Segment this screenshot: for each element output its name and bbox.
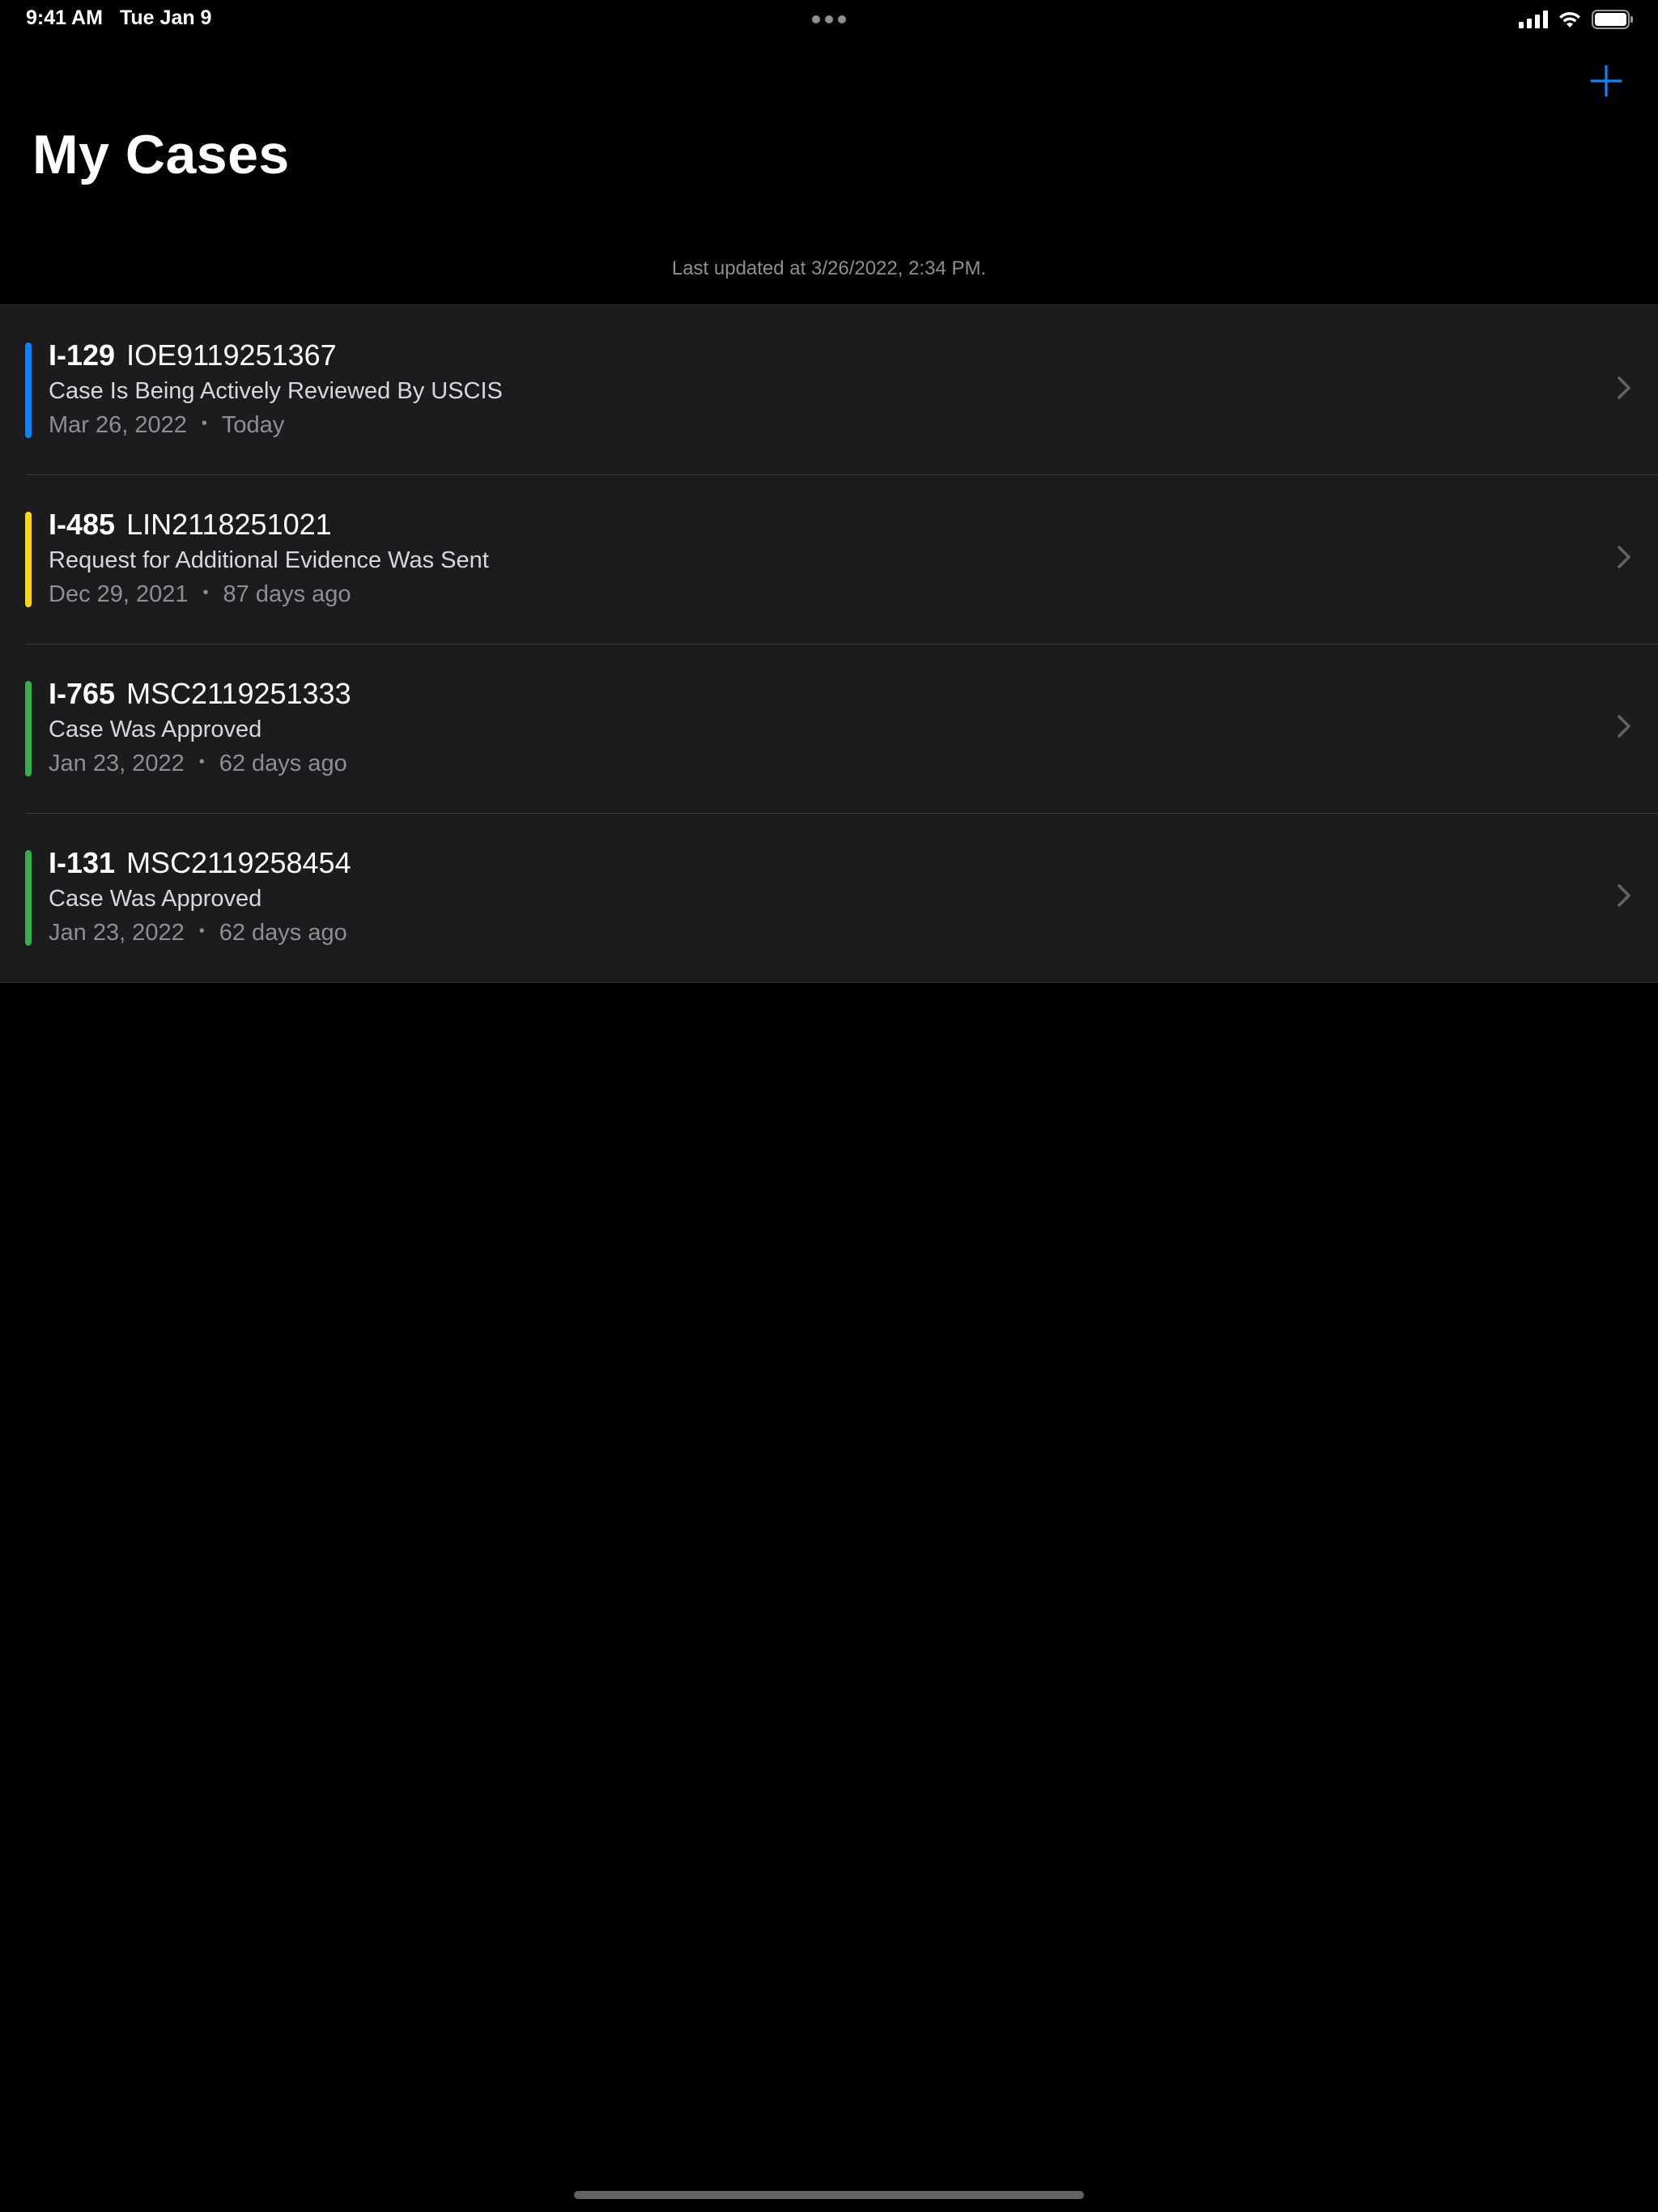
status-date: Tue Jan 9 xyxy=(120,6,212,29)
home-indicator[interactable] xyxy=(574,2191,1084,2199)
case-age: 62 days ago xyxy=(219,920,347,946)
chevron-right-icon xyxy=(1618,884,1630,907)
case-status: Request for Additional Evidence Was Sent xyxy=(49,547,489,573)
status-color-stripe xyxy=(25,850,32,946)
case-age: 62 days ago xyxy=(219,751,347,776)
case-status: Case Was Approved xyxy=(49,717,262,742)
receipt-number: LIN2118251021 xyxy=(126,508,332,541)
case-header: I-485 LIN2118251021 xyxy=(49,507,332,542)
case-date: Jan 23, 2022 xyxy=(49,751,185,776)
chevron-right-icon xyxy=(1618,376,1630,399)
form-type: I-131 xyxy=(49,846,116,879)
plus-icon xyxy=(1590,65,1622,97)
status-color-stripe xyxy=(25,681,32,776)
cellular-signal-icon xyxy=(1519,11,1548,28)
case-list: I-129 IOE9119251367 Case Is Being Activel… xyxy=(0,304,1658,983)
case-meta: Mar 26, 2022 • Today xyxy=(49,412,284,439)
status-icons xyxy=(1519,8,1634,31)
multitasking-dots-icon[interactable] xyxy=(811,15,847,24)
form-type: I-485 xyxy=(49,508,116,541)
chevron-right-icon xyxy=(1618,546,1630,568)
receipt-number: MSC2119258454 xyxy=(126,846,351,879)
status-color-stripe xyxy=(25,512,32,607)
case-meta: Jan 23, 2022 • 62 days ago xyxy=(49,920,347,946)
page-title: My Cases xyxy=(32,124,290,185)
case-status: Case Is Being Actively Reviewed By USCIS xyxy=(49,378,503,404)
case-meta: Dec 29, 2021 • 87 days ago xyxy=(49,581,351,608)
case-status: Case Was Approved xyxy=(49,886,262,912)
case-meta: Jan 23, 2022 • 62 days ago xyxy=(49,751,347,777)
case-row-i-129[interactable]: I-129 IOE9119251367 Case Is Being Activel… xyxy=(0,305,1658,474)
status-time: 9:41 AM xyxy=(26,6,103,29)
chevron-right-icon xyxy=(1618,715,1630,738)
meta-separator: • xyxy=(198,752,205,771)
case-row-i-765[interactable]: I-765 MSC2119251333 Case Was Approved Jan… xyxy=(0,644,1658,813)
form-type: I-129 xyxy=(49,338,116,372)
meta-separator: • xyxy=(201,414,207,432)
receipt-number: MSC2119251333 xyxy=(126,677,351,710)
meta-separator: • xyxy=(198,921,205,940)
meta-separator: • xyxy=(202,583,209,602)
case-age: Today xyxy=(221,412,285,438)
case-row-i-131[interactable]: I-131 MSC2119258454 Case Was Approved Jan… xyxy=(0,813,1658,982)
last-updated-label: Last updated at 3/26/2022, 2:34 PM. xyxy=(671,257,987,279)
case-date: Mar 26, 2022 xyxy=(49,412,187,438)
status-bar: 9:41 AM Tue Jan 9 xyxy=(0,0,1658,39)
receipt-number: IOE9119251367 xyxy=(126,338,337,372)
case-row-i-485[interactable]: I-485 LIN2118251021 Request for Additiona… xyxy=(0,474,1658,644)
case-header: I-131 MSC2119258454 xyxy=(49,845,351,881)
case-date: Dec 29, 2021 xyxy=(49,581,189,607)
case-date: Jan 23, 2022 xyxy=(49,920,185,946)
form-type: I-765 xyxy=(49,677,116,710)
case-header: I-129 IOE9119251367 xyxy=(49,338,337,373)
case-header: I-765 MSC2119251333 xyxy=(49,676,351,712)
battery-icon xyxy=(1592,10,1633,29)
add-case-button[interactable] xyxy=(1588,63,1624,99)
status-color-stripe xyxy=(25,342,32,438)
wifi-icon xyxy=(1559,11,1580,28)
case-age: 87 days ago xyxy=(223,581,351,607)
